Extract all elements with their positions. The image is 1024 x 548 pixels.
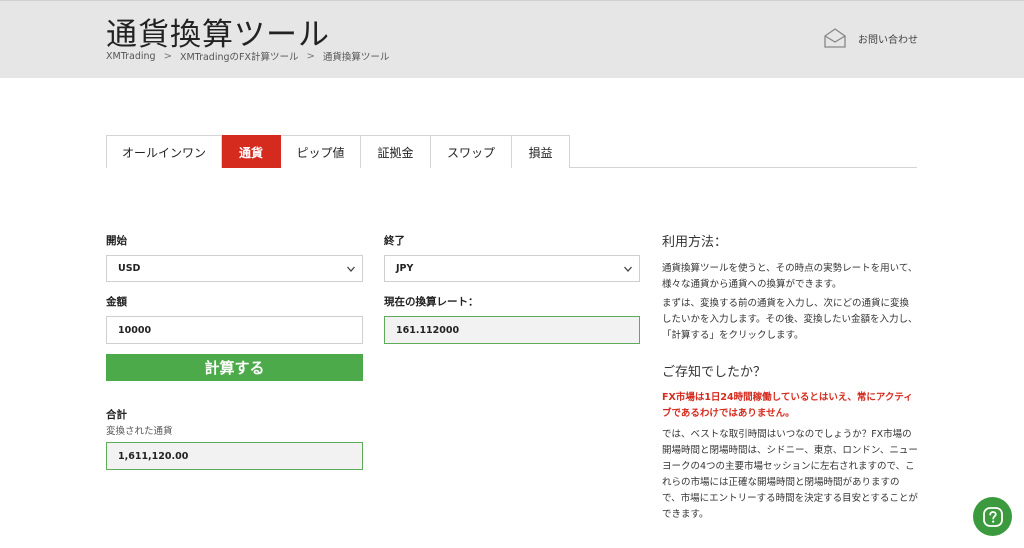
amount-label: 金額	[106, 296, 127, 308]
tab-all-in-one[interactable]: オールインワン	[106, 135, 222, 168]
chevron-right-icon: >	[163, 50, 172, 62]
rate-label: 現在の換算レート：	[384, 296, 479, 308]
total-sublabel: 変換された通貨	[106, 426, 173, 437]
from-label: 開始	[106, 235, 127, 247]
did-you-know-highlight: FX市場は1日24時間稼働しているとはいえ、常にアクティブであるわけではありませ…	[662, 392, 913, 419]
to-currency-select[interactable]: JPY	[384, 255, 640, 282]
to-currency-value: JPY	[396, 263, 414, 274]
total-field: 1,611,120.00	[106, 442, 363, 470]
from-currency-select[interactable]: USD	[106, 255, 363, 282]
chevron-down-icon	[624, 266, 632, 272]
calculator-tabs: オールインワン 通貨 ピップ値 証拠金 スワップ 損益	[106, 135, 917, 168]
tab-swap[interactable]: スワップ	[431, 135, 512, 168]
tab-profit-loss[interactable]: 損益	[512, 135, 570, 168]
breadcrumb-home[interactable]: XMTrading	[106, 51, 156, 62]
breadcrumb-current: 通貨換算ツール	[322, 52, 390, 63]
amount-input[interactable]: 10000	[106, 316, 363, 344]
to-label: 終了	[384, 235, 405, 247]
contact-label: お問い合わせ	[858, 34, 918, 46]
total-label: 合計	[106, 409, 127, 421]
tab-currency[interactable]: 通貨	[222, 135, 281, 168]
howto-title: 利用方法：	[662, 235, 728, 250]
page-header: 通貨換算ツール XMTrading > XMTradingのFX計算ツール > …	[0, 0, 1024, 78]
did-you-know-paragraph: では、ベストな取引時間はいつなのでしょうか？FX市場の開場時間と閉場時間は、シド…	[662, 429, 918, 520]
mail-icon	[824, 28, 846, 48]
howto-paragraph-1: 通貨換算ツールを使うと、その時点の実勢レートを用いて、様々な通貨から通貨への換算…	[662, 263, 918, 290]
calculate-button[interactable]: 計算する	[106, 354, 363, 381]
chevron-right-icon: >	[306, 50, 315, 62]
tab-margin[interactable]: 証拠金	[361, 135, 431, 168]
page-title: 通貨換算ツール	[106, 17, 330, 53]
breadcrumb-fx-tools[interactable]: XMTradingのFX計算ツール	[180, 49, 299, 63]
breadcrumb: XMTrading > XMTradingのFX計算ツール > 通貨換算ツール	[106, 49, 390, 64]
rate-field: 161.112000	[384, 316, 640, 344]
tab-pip-value[interactable]: ピップ値	[281, 135, 361, 168]
question-icon	[982, 506, 1003, 527]
from-currency-value: USD	[118, 263, 141, 274]
contact-link[interactable]: お問い合わせ	[824, 28, 918, 48]
howto-paragraph-2: まずは、変換する前の通貨を入力し、次にどの通貨に変換したいかを入力します。その後…	[662, 298, 918, 341]
help-button[interactable]	[973, 497, 1012, 536]
did-you-know-title: ご存知でしたか？	[662, 365, 767, 380]
chevron-down-icon	[347, 266, 355, 272]
